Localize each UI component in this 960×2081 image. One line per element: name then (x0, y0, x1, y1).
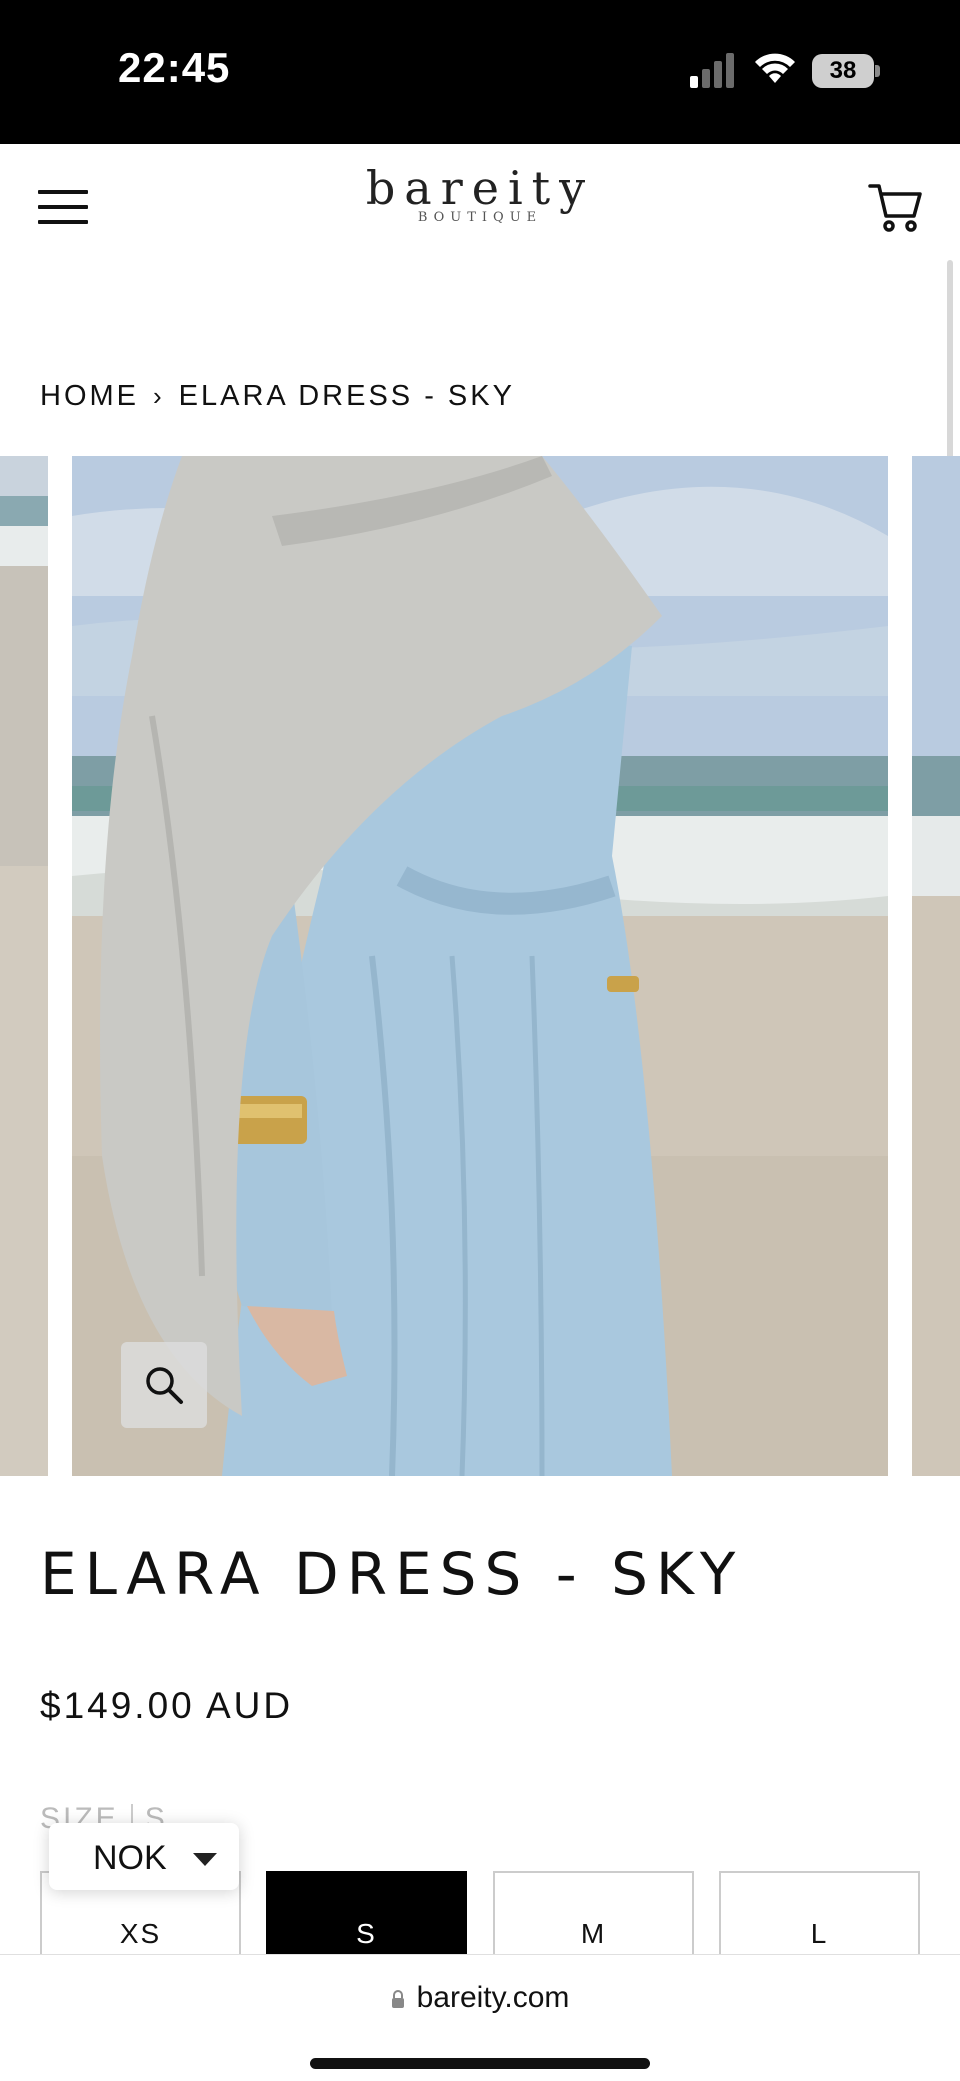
zoom-button[interactable] (121, 1342, 207, 1428)
site-header: bareity BOUTIQUE (0, 144, 960, 266)
currency-selector[interactable]: NOK (49, 1823, 239, 1890)
gallery-prev-slide[interactable] (0, 456, 48, 1476)
product-gallery[interactable] (0, 456, 960, 1476)
product-title: ELARA DRESS - SKY (40, 1540, 744, 1608)
cart-icon[interactable] (868, 180, 924, 236)
breadcrumb: HOME › ELARA DRESS - SKY (40, 380, 515, 413)
product-price: $149.00 AUD (40, 1685, 294, 1726)
cellular-signal-icon (690, 53, 734, 88)
logo[interactable]: bareity BOUTIQUE (330, 162, 630, 225)
currency-value: NOK (93, 1839, 167, 1877)
home-indicator[interactable] (310, 2058, 650, 2069)
url-text: bareity.com (416, 1981, 570, 2014)
breadcrumb-separator: › (153, 381, 165, 411)
battery-icon: 38 (812, 54, 880, 88)
status-bar: 22:45 38 (0, 0, 960, 144)
wifi-icon (755, 53, 795, 83)
gallery-next-slide[interactable] (912, 456, 960, 1476)
logo-wordmark: bareity (365, 161, 595, 215)
breadcrumb-home-link[interactable]: HOME (40, 380, 139, 412)
breadcrumb-current: ELARA DRESS - SKY (178, 380, 515, 412)
search-icon (146, 1367, 183, 1404)
hamburger-icon[interactable] (38, 190, 88, 224)
battery-level: 38 (812, 54, 874, 88)
url-display[interactable]: bareity.com (0, 1981, 960, 2015)
gallery-main-image[interactable] (72, 456, 888, 1476)
status-time: 22:45 (118, 44, 231, 91)
browser-address-bar[interactable]: bareity.com (0, 1954, 960, 2081)
lock-icon (391, 1990, 404, 2008)
caret-down-icon (193, 1853, 217, 1866)
